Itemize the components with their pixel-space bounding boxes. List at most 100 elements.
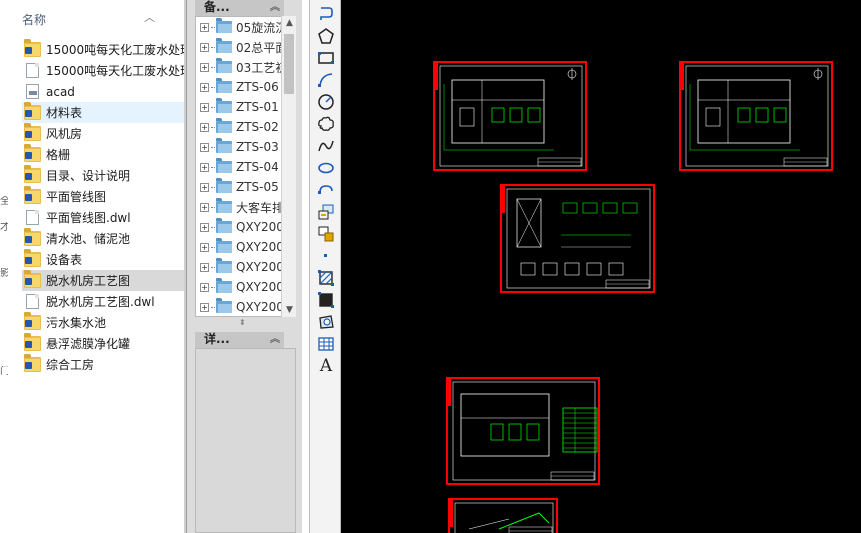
file-explorer: 全 才 影 门 名称 ︿ 15000吨每天化工废水处理 15000吨每天化工废水处… <box>0 0 186 533</box>
expand-plus-icon[interactable]: + <box>200 282 209 292</box>
expand-plus-icon[interactable]: + <box>200 302 209 312</box>
details-pane <box>195 348 296 533</box>
folders-section-header[interactable]: 备... ︽ <box>195 0 284 16</box>
folder-icon <box>216 118 232 133</box>
drawing-sheet[interactable] <box>446 377 600 485</box>
cad-drawing-canvas[interactable] <box>341 0 861 533</box>
folder-icon <box>24 144 41 162</box>
expand-plus-icon[interactable]: + <box>200 242 209 252</box>
gradient-tool-icon[interactable] <box>316 290 336 310</box>
insert-block-tool-icon[interactable] <box>316 202 336 222</box>
folders-section-title: 备... <box>204 0 230 14</box>
name-column-header[interactable]: 名称 ︿ <box>22 11 172 29</box>
tree-folder-label: 大客车排 <box>236 200 285 215</box>
circle-tool-icon[interactable] <box>316 92 336 112</box>
folder-icon <box>216 158 232 173</box>
tree-connector <box>211 166 215 168</box>
expand-plus-icon[interactable]: + <box>200 22 209 32</box>
expand-plus-icon[interactable]: + <box>200 42 209 52</box>
drawing-sheet[interactable] <box>500 184 655 293</box>
collapse-icon[interactable]: ︽ <box>270 332 280 347</box>
folder-icon <box>216 18 232 33</box>
table-tool-icon[interactable] <box>316 334 336 354</box>
tree-folder-label: QXY200 <box>236 220 284 234</box>
folder-icon <box>24 102 41 120</box>
details-section-header[interactable]: 详... ︽ <box>195 332 284 348</box>
tree-connector <box>211 126 215 128</box>
file-list-item[interactable]: 污水集水池 <box>22 312 186 333</box>
revision-cloud-tool-icon[interactable] <box>316 114 336 134</box>
file-list-item[interactable]: 材料表 <box>22 102 186 123</box>
expand-plus-icon[interactable]: + <box>200 102 209 112</box>
file-name: 悬浮滤膜净化罐 <box>46 337 131 351</box>
file-list-item[interactable]: 悬浮滤膜净化罐 <box>22 333 186 354</box>
tree-folder-label: ZTS-03 <box>236 140 279 154</box>
scroll-thumb[interactable] <box>284 34 294 94</box>
folder-icon <box>216 138 232 153</box>
file-list-item[interactable]: 15000吨每天化工废水处理 <box>22 60 186 81</box>
file-list-item[interactable]: 设备表 <box>22 249 186 270</box>
ellipse-arc-tool-icon[interactable] <box>316 180 336 200</box>
expand-plus-icon[interactable]: + <box>200 62 209 72</box>
folder-tree-scrollbar[interactable]: ▲ ▼ <box>281 16 296 317</box>
expand-plus-icon[interactable]: + <box>200 142 209 152</box>
spline-tool-icon[interactable] <box>316 136 336 156</box>
polyline-tool-icon[interactable] <box>316 4 336 24</box>
file-list-item[interactable]: 综合工房 <box>22 354 186 375</box>
expand-plus-icon[interactable]: + <box>200 182 209 192</box>
scroll-up-icon[interactable]: ▲ <box>282 18 297 28</box>
region-tool-icon[interactable] <box>316 312 336 332</box>
rectangle-tool-icon[interactable] <box>316 48 336 68</box>
file-list-item[interactable]: 脱水机房工艺图 <box>22 270 186 291</box>
make-block-tool-icon[interactable] <box>316 224 336 244</box>
expand-plus-icon[interactable]: + <box>200 82 209 92</box>
expand-plus-icon[interactable]: + <box>200 262 209 272</box>
point-tool-icon[interactable] <box>316 246 336 266</box>
polygon-tool-icon[interactable] <box>316 26 336 46</box>
file-list-item[interactable]: 脱水机房工艺图.dwl <box>22 291 186 312</box>
folder-icon <box>24 123 41 141</box>
file-name: 清水池、储泥池 <box>46 232 131 246</box>
drawing-sheet[interactable] <box>433 61 587 171</box>
file-list-item[interactable]: 平面管线图 <box>22 186 186 207</box>
application-icon <box>26 84 39 99</box>
mtext-tool-icon[interactable]: A <box>316 356 336 376</box>
arc-tool-icon[interactable] <box>316 70 336 90</box>
folder-icon <box>216 58 232 73</box>
drawing-sheet[interactable] <box>448 498 558 533</box>
file-name: 15000吨每天化工废水处理 <box>46 43 186 57</box>
tree-folder-label: 05旋流沉 <box>236 20 288 35</box>
file-list-item[interactable]: 风机房 <box>22 123 186 144</box>
explorer-edge-strip: 全 才 影 门 <box>0 0 8 533</box>
expand-plus-icon[interactable]: + <box>200 222 209 232</box>
folder-icon <box>216 238 232 253</box>
tree-connector <box>211 306 215 308</box>
drawing-sheet[interactable] <box>679 61 833 171</box>
expand-plus-icon[interactable]: + <box>200 122 209 132</box>
file-name: 平面管线图.dwl <box>46 211 131 225</box>
file-list-item[interactable]: 目录、设计说明 <box>22 165 186 186</box>
file-list-item[interactable]: acad <box>22 81 186 102</box>
design-center-panel: 备... ︽ +05旋流沉 +02总平面 +03工艺初 + ZTS-06 + ZTS-01 +… <box>186 0 302 533</box>
expand-plus-icon[interactable]: + <box>200 202 209 212</box>
expand-plus-icon[interactable]: + <box>200 162 209 172</box>
folder-icon <box>216 78 232 93</box>
file-name: acad <box>46 84 75 99</box>
file-name: 风机房 <box>46 127 83 141</box>
file-name: 设备表 <box>46 253 83 267</box>
file-list-item[interactable]: 15000吨每天化工废水处理 <box>22 39 186 60</box>
file-list-item[interactable]: 格栅 <box>22 144 186 165</box>
scroll-down-icon[interactable]: ▼ <box>282 305 297 315</box>
file-list-item[interactable]: 清水池、储泥池 <box>22 228 186 249</box>
tree-folder-label: 03工艺初 <box>236 60 288 75</box>
tree-folder-label: ZTS-01 <box>236 100 279 114</box>
folder-icon <box>216 98 232 113</box>
ellipse-tool-icon[interactable] <box>316 158 336 178</box>
tree-folder-label: 02总平面 <box>236 40 288 55</box>
panel-splitter-icon[interactable]: ⬍ <box>239 318 246 327</box>
file-list-item[interactable]: 平面管线图.dwl <box>22 207 186 228</box>
hatch-tool-icon[interactable] <box>316 268 336 288</box>
file-name: 平面管线图 <box>46 190 107 204</box>
collapse-icon[interactable]: ︽ <box>270 0 280 15</box>
tree-connector <box>211 286 215 288</box>
